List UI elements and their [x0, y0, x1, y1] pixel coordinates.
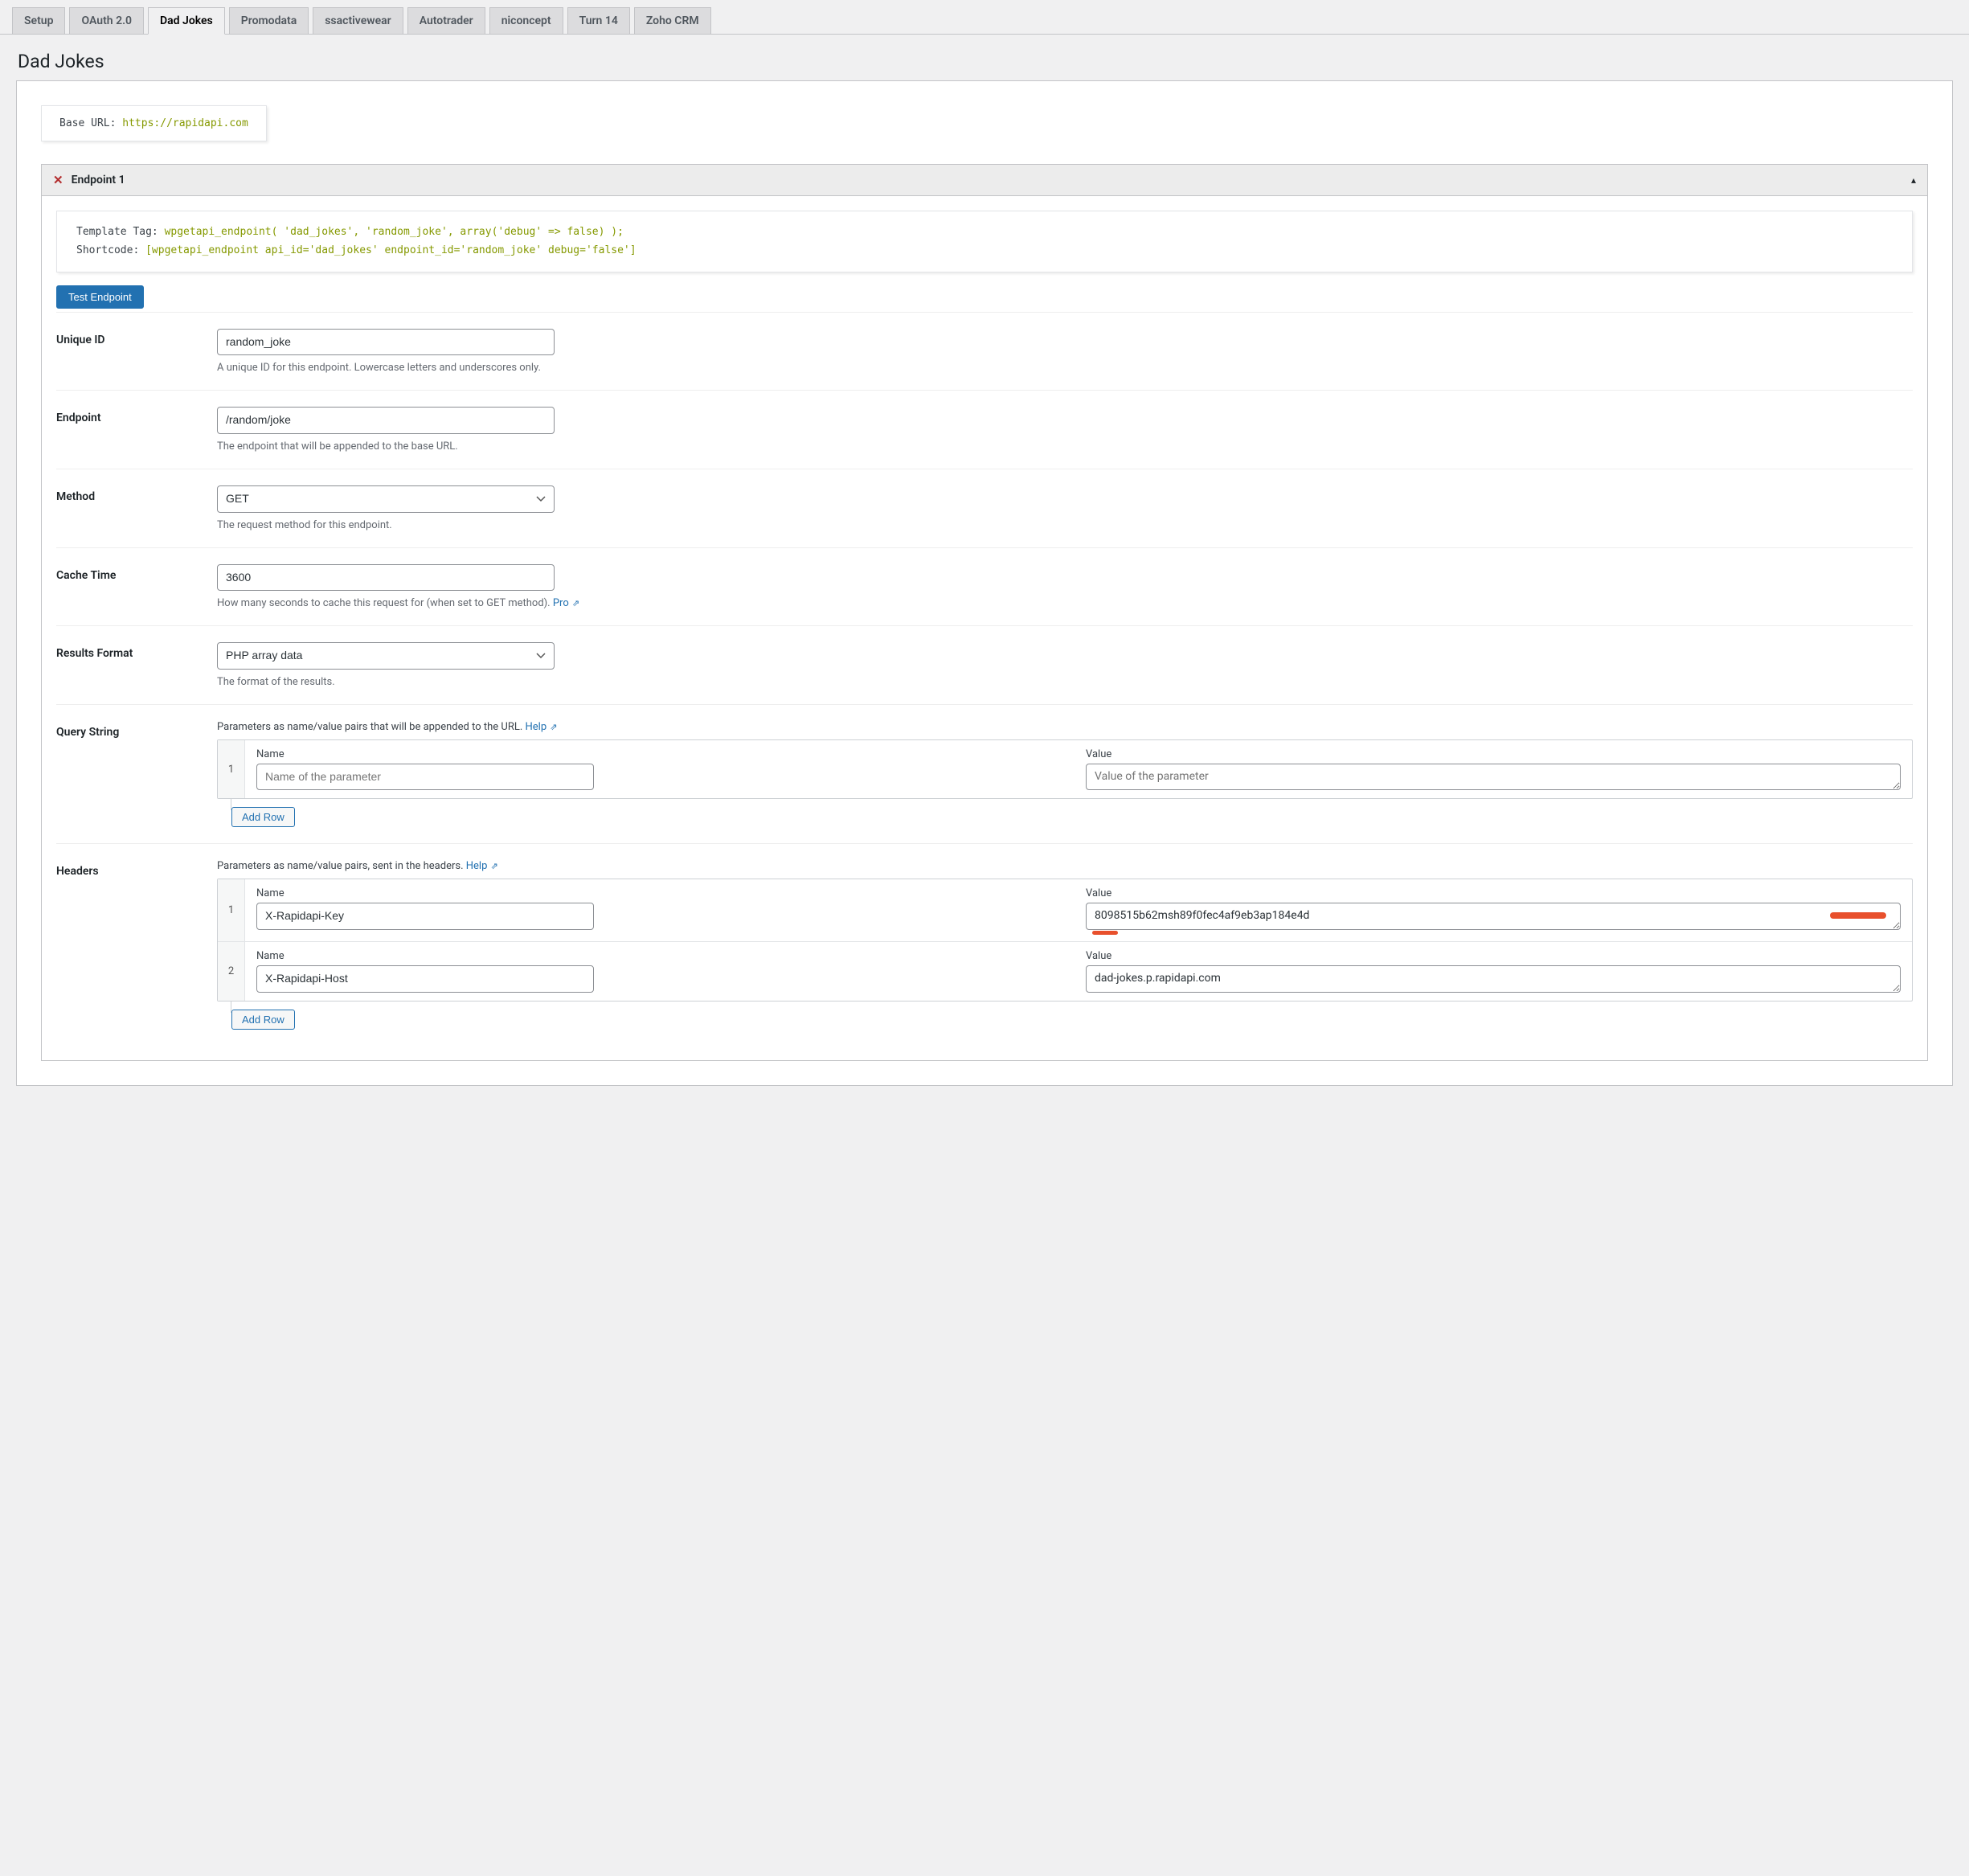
pro-link[interactable]: Pro ⇗ [553, 597, 579, 609]
external-link-icon: ⇗ [491, 861, 498, 871]
endpoint-help: The endpoint that will be appended to th… [217, 440, 1913, 453]
tab-dad-jokes[interactable]: Dad Jokes [148, 7, 225, 35]
hdr-name-input-1[interactable] [256, 903, 594, 930]
method-label: Method [56, 485, 217, 531]
table-row: 1 Name Value [218, 740, 1912, 799]
tab-oauth[interactable]: OAuth 2.0 [69, 7, 144, 34]
query-string-intro: Parameters as name/value pairs that will… [217, 721, 1913, 733]
endpoint-header[interactable]: ✕ Endpoint 1 ▴ [42, 165, 1927, 196]
tab-setup[interactable]: Setup [12, 7, 65, 34]
base-url-box: Base URL: https://rapidapi.com [41, 105, 267, 141]
shortcode-value: [wpgetapi_endpoint api_id='dad_jokes' en… [145, 244, 636, 256]
external-link-icon: ⇗ [572, 598, 579, 608]
external-link-icon: ⇗ [550, 722, 557, 732]
cache-time-label: Cache Time [56, 564, 217, 610]
qs-name-input[interactable] [256, 764, 594, 791]
tab-promodata[interactable]: Promodata [229, 7, 309, 34]
qs-add-row-button[interactable]: Add Row [231, 807, 295, 827]
table-row: 1 Name Value [218, 879, 1912, 942]
headers-label: Headers [56, 860, 217, 1029]
hdr-name-input-2[interactable] [256, 965, 594, 993]
results-format-select[interactable]: PHP array data [217, 642, 555, 670]
row-number: 2 [218, 942, 245, 1001]
row-number: 1 [218, 740, 245, 799]
endpoint-title: Endpoint 1 [72, 174, 125, 186]
shortcode-label: Shortcode: [76, 244, 145, 256]
collapse-icon[interactable]: ▴ [1911, 174, 1916, 186]
main-panel: Base URL: https://rapidapi.com ✕ Endpoin… [16, 80, 1953, 1086]
page-title: Dad Jokes [18, 51, 1953, 72]
endpoint-panel: ✕ Endpoint 1 ▴ Template Tag: wpgetapi_en… [41, 164, 1928, 1061]
close-icon[interactable]: ✕ [53, 173, 63, 187]
hdr-value-label: Value [1086, 887, 1901, 899]
base-url-label: Base URL: [59, 117, 122, 129]
method-select[interactable]: GET [217, 485, 555, 513]
query-string-label: Query String [56, 721, 217, 828]
tab-autotrader[interactable]: Autotrader [407, 7, 485, 34]
headers-help-link[interactable]: Help ⇗ [466, 860, 498, 872]
results-format-help: The format of the results. [217, 676, 1913, 688]
headers-intro: Parameters as name/value pairs, sent in … [217, 860, 1913, 872]
endpoint-input[interactable] [217, 407, 555, 434]
row-number: 1 [218, 879, 245, 941]
cache-time-help: How many seconds to cache this request f… [217, 597, 1913, 609]
qs-name-label: Name [256, 748, 1071, 760]
qs-value-label: Value [1086, 748, 1901, 760]
redaction-mark [1092, 931, 1118, 935]
test-endpoint-button[interactable]: Test Endpoint [56, 285, 144, 309]
unique-id-help: A unique ID for this endpoint. Lowercase… [217, 362, 1913, 374]
query-string-table: 1 Name Value [217, 739, 1913, 800]
tab-ssactivewear[interactable]: ssactivewear [313, 7, 403, 34]
hdr-value-input-1[interactable] [1086, 903, 1901, 930]
query-string-help-link[interactable]: Help ⇗ [525, 721, 557, 733]
tab-bar: Setup OAuth 2.0 Dad Jokes Promodata ssac… [0, 0, 1969, 35]
redaction-mark [1830, 912, 1886, 919]
table-row: 2 Name Value [218, 942, 1912, 1001]
method-help: The request method for this endpoint. [217, 519, 1913, 531]
cache-time-input[interactable] [217, 564, 555, 592]
hdr-add-row-button[interactable]: Add Row [231, 1010, 295, 1030]
headers-table: 1 Name Value [217, 879, 1913, 1001]
qs-value-input[interactable] [1086, 764, 1901, 791]
unique-id-input[interactable] [217, 329, 555, 356]
hdr-name-label: Name [256, 950, 1071, 962]
hdr-value-label: Value [1086, 950, 1901, 962]
tab-zoho[interactable]: Zoho CRM [634, 7, 711, 34]
code-box: Template Tag: wpgetapi_endpoint( 'dad_jo… [56, 211, 1913, 272]
results-format-label: Results Format [56, 642, 217, 688]
endpoint-label: Endpoint [56, 407, 217, 453]
unique-id-label: Unique ID [56, 329, 217, 375]
hdr-name-label: Name [256, 887, 1071, 899]
tab-niconcept[interactable]: niconcept [489, 7, 563, 34]
template-tag-value: wpgetapi_endpoint( 'dad_jokes', 'random_… [165, 226, 624, 238]
tab-turn14[interactable]: Turn 14 [567, 7, 630, 34]
hdr-value-input-2[interactable] [1086, 965, 1901, 993]
base-url-value: https://rapidapi.com [122, 117, 248, 129]
template-tag-label: Template Tag: [76, 226, 165, 238]
